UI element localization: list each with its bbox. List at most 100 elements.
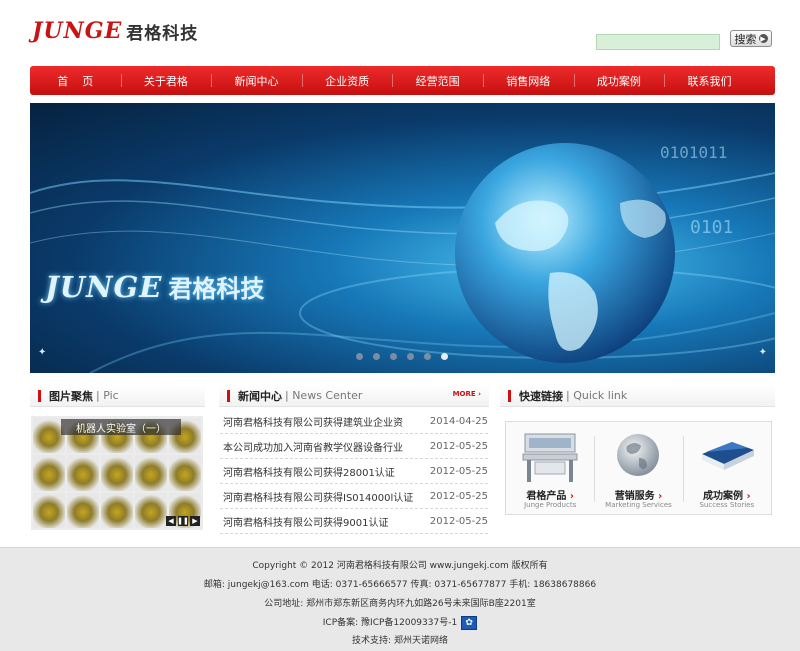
logo-text-en: JUNGE [32, 18, 123, 44]
quick-link-label: 营销服务 › [594, 487, 682, 502]
footer-icp[interactable]: ICP备案: 豫ICP备12009337号-1 [323, 618, 457, 628]
robot-photo [67, 455, 99, 491]
nav-item-business-scope[interactable]: 经营范围 [392, 66, 483, 95]
robot-photo [135, 455, 167, 491]
news-item[interactable]: 河南君格科技有限公司获得IS014000l认证 2012-05-25 [220, 484, 488, 509]
banner-logo-en: JUNGE [45, 270, 163, 304]
robot-photo [67, 492, 99, 528]
banner-globe-graphic: 0101011 0101 [30, 143, 775, 373]
nav-item-about[interactable]: 关于君格 [120, 66, 212, 95]
search-button-label: 搜索 [734, 32, 757, 46]
globe-icon [617, 434, 660, 476]
arrow-right-icon: ▶ [758, 34, 768, 43]
nav-item-home[interactable]: 首页 [30, 66, 121, 95]
banner-logo-cn: 君格科技 [168, 275, 265, 303]
news-section-title-en: | News Center [285, 389, 363, 402]
banner-prev-icon[interactable]: ✦ [38, 347, 46, 358]
quick-link-products[interactable]: 君格产品 › Junge Products [506, 422, 594, 514]
slide-dot[interactable] [407, 353, 414, 360]
paw-badge-icon[interactable]: ✿ [461, 615, 478, 630]
footer-address: 公司地址: 郑州市郑东新区商务内环九如路26号未来国际B座2201室 [264, 599, 536, 609]
quick-link-label: 成功案例 › [683, 487, 771, 502]
news-more-label: MORE [452, 390, 476, 398]
pic-slideshow[interactable]: 机器人实验室（一） ◀ ❚❚ ▶ [31, 416, 203, 530]
slide-dot[interactable] [390, 353, 397, 360]
news-date: 2012-05-25 [429, 465, 488, 477]
robot-photo [135, 492, 167, 528]
nav-item-sales-network[interactable]: 销售网络 [482, 66, 574, 95]
robot-photo [101, 492, 133, 528]
banner-logo: JUNGE 君格科技 [45, 269, 264, 304]
slide-dot[interactable] [356, 353, 363, 360]
news-title[interactable]: 河南君格科技有限公司获得9001认证 [223, 514, 388, 529]
news-section-title: 新闻中心 [238, 389, 282, 403]
news-date: 2014-04-25 [429, 415, 488, 427]
main-nav: 首页 关于君格 新闻中心 企业资质 经营范围 销售网络 成功案例 联系我们 [30, 66, 775, 95]
quick-link-sub: Success Stories [699, 501, 755, 509]
robot-photo [101, 455, 133, 491]
book-icon [701, 442, 754, 470]
footer: Copyright © 2012 河南君格科技有限公司 www.jungekj.… [0, 547, 800, 651]
logo-text-cn: 君格科技 [126, 24, 199, 44]
news-date: 2012-05-25 [429, 515, 488, 527]
quick-section-title-en-text: Quick link [573, 389, 628, 402]
robot-photo [33, 455, 65, 491]
quick-link-label: 君格产品 › [506, 487, 594, 502]
robot-photo [169, 455, 201, 491]
header: JUNGE 君格科技 搜索 ▶ [0, 0, 800, 64]
products-icon [522, 433, 578, 482]
pic-section-title-en-text: Pic [103, 389, 119, 402]
search-input[interactable] [596, 34, 720, 50]
quick-link-sub: Junge Products [524, 501, 577, 509]
nav-item-cases[interactable]: 成功案例 [573, 66, 665, 95]
nav-item-news[interactable]: 新闻中心 [211, 66, 302, 95]
news-item[interactable]: 本公司成功加入河南省教学仪器设备行业 2012-05-25 [220, 434, 488, 459]
banner-pagination [356, 353, 448, 360]
news-date: 2012-05-25 [429, 490, 488, 502]
slide-dot-active[interactable] [441, 353, 448, 360]
pic-section-header: 图片聚焦 | Pic [30, 385, 205, 407]
news-title[interactable]: 河南君格科技有限公司获得28001认证 [223, 464, 395, 479]
footer-support[interactable]: 技术支持: 郑州天诺网络 [0, 633, 800, 646]
nav-item-contact[interactable]: 联系我们 [664, 66, 755, 95]
news-list: 河南君格科技有限公司获得建筑业企业资 2014-04-25 本公司成功加入河南省… [220, 409, 488, 534]
nav-item-qualifications[interactable]: 企业资质 [301, 66, 393, 95]
news-item[interactable]: 河南君格科技有限公司获得28001认证 2012-05-25 [220, 459, 488, 484]
prev-icon[interactable]: ◀ [166, 516, 176, 526]
news-title[interactable]: 河南君格科技有限公司获得IS014000l认证 [223, 489, 413, 504]
footer-contact: 邮箱: jungekj@163.com 电话: 0371-65666577 传真… [203, 580, 597, 590]
quick-link-cases[interactable]: 成功案例 › Success Stories [682, 422, 771, 514]
news-item[interactable]: 河南君格科技有限公司获得9001认证 2012-05-25 [220, 509, 488, 534]
quick-section-header: 快速链接 | Quick link [500, 385, 775, 407]
robot-photo [33, 492, 65, 528]
footer-icp-row: ICP备案: 豫ICP备12009337号-1 ✿ [0, 615, 800, 630]
title-accent-bar [227, 389, 230, 402]
search-button[interactable]: 搜索 ▶ [730, 30, 772, 47]
title-accent-bar [38, 389, 41, 402]
title-accent-bar [508, 389, 511, 402]
slide-dot[interactable] [373, 353, 380, 360]
quick-link-marketing[interactable]: 营销服务 › Marketing Services [594, 422, 682, 514]
banner-next-icon[interactable]: ✦ [759, 347, 767, 358]
banner-slideshow[interactable]: 0101011 0101 JUNGE 君格科技 ✦ ✦ [30, 103, 775, 373]
quick-section-title-en: | Quick link [566, 389, 628, 402]
news-title[interactable]: 河南君格科技有限公司获得建筑业企业资 [223, 414, 403, 429]
next-icon[interactable]: ▶ [190, 516, 200, 526]
pic-caption: 机器人实验室（一） [61, 419, 181, 435]
svg-text:0101: 0101 [690, 217, 733, 238]
quick-link-sub: Marketing Services [605, 501, 672, 509]
news-title[interactable]: 本公司成功加入河南省教学仪器设备行业 [223, 439, 403, 454]
pause-icon[interactable]: ❚❚ [177, 516, 189, 526]
slide-dot[interactable] [424, 353, 431, 360]
pic-section-title-en: | Pic [96, 389, 119, 402]
quick-section-title: 快速链接 [519, 389, 563, 403]
news-more-link[interactable]: MORE › [453, 390, 481, 398]
site-logo[interactable]: JUNGE 君格科技 [32, 18, 198, 44]
news-item[interactable]: 河南君格科技有限公司获得建筑业企业资 2014-04-25 [220, 409, 488, 434]
news-section-title-en-text: News Center [292, 389, 363, 402]
news-date: 2012-05-25 [429, 440, 488, 452]
svg-text:0101011: 0101011 [660, 143, 727, 162]
news-section-header: 新闻中心 | News Center MORE › [219, 385, 489, 407]
pic-section-title: 图片聚焦 [49, 389, 93, 403]
footer-copyright: Copyright © 2012 河南君格科技有限公司 www.jungekj.… [252, 561, 548, 571]
